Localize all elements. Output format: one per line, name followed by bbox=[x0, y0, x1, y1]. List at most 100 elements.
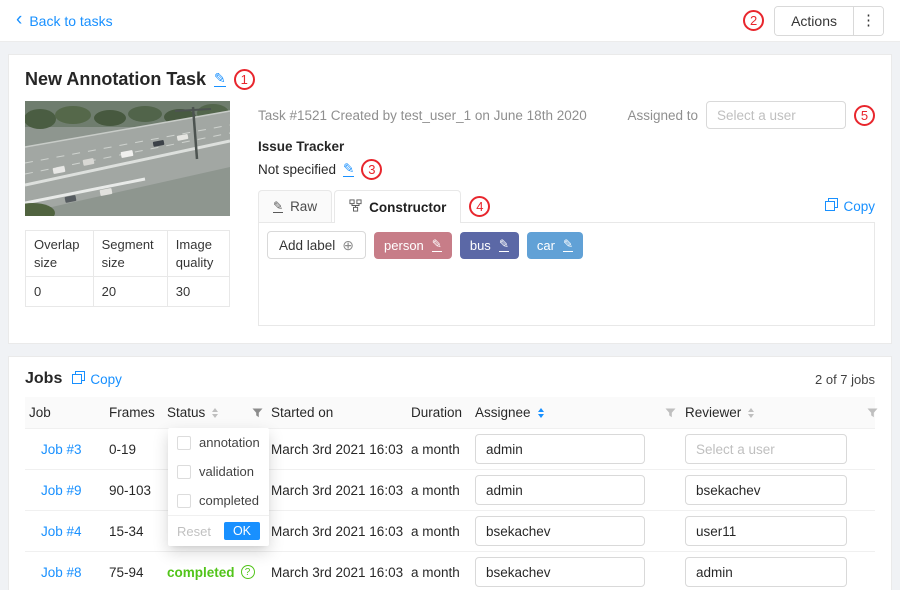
copy-icon bbox=[825, 198, 838, 214]
reviewer-input[interactable] bbox=[685, 557, 847, 587]
plus-circle-icon: ⊕ bbox=[342, 238, 354, 252]
reviewer-input[interactable] bbox=[685, 516, 847, 546]
label-chip-person[interactable]: person ✎ bbox=[374, 232, 452, 259]
assigned-to-input[interactable] bbox=[706, 101, 846, 129]
copy-icon bbox=[72, 371, 85, 387]
job-status: completed ? bbox=[163, 565, 267, 580]
reviewer-filter-icon[interactable] bbox=[867, 408, 878, 418]
job-started: March 3rd 2021 16:03 bbox=[267, 565, 407, 580]
edit-title-icon[interactable]: ✎ bbox=[214, 71, 226, 87]
task-params-table: Overlap size Segment size Image quality … bbox=[25, 230, 230, 307]
job-link[interactable]: Job #9 bbox=[29, 483, 82, 498]
jobs-header: Jobs Copy 2 of 7 jobs bbox=[25, 367, 875, 391]
column-assignee[interactable]: Assignee bbox=[471, 397, 661, 428]
task-card: New Annotation Task ✎ 1 bbox=[8, 54, 892, 344]
column-reviewer[interactable]: Reviewer bbox=[681, 397, 863, 428]
edit-label-icon[interactable]: ✎ bbox=[563, 238, 573, 252]
column-assignee-label: Assignee bbox=[475, 405, 531, 420]
filter-option-completed-label: completed bbox=[199, 493, 259, 508]
ok-button[interactable]: OK bbox=[224, 522, 260, 540]
add-label-button[interactable]: Add label ⊕ bbox=[267, 231, 366, 259]
task-meta: Task #1521 Created by test_user_1 on Jun… bbox=[258, 108, 587, 123]
jobs-count: 2 of 7 jobs bbox=[815, 372, 875, 387]
job-duration: a month bbox=[407, 565, 471, 580]
status-sort-icon[interactable] bbox=[212, 408, 218, 418]
annotation-circle-2: 2 bbox=[743, 10, 764, 31]
annotation-circle-5: 5 bbox=[854, 105, 875, 126]
reviewer-filter-cell bbox=[863, 397, 877, 428]
reviewer-input[interactable] bbox=[685, 475, 847, 505]
param-header-overlap: Overlap size bbox=[26, 231, 94, 277]
column-duration-label: Duration bbox=[411, 405, 462, 420]
labels-tabs-bar: ✎ Raw Constructor 4 Copy bbox=[258, 190, 875, 222]
copy-labels-label: Copy bbox=[843, 199, 875, 214]
copy-jobs-label: Copy bbox=[90, 372, 122, 387]
edit-label-icon[interactable]: ✎ bbox=[499, 238, 509, 252]
filter-option-annotation[interactable]: annotation bbox=[168, 428, 269, 457]
column-reviewer-label: Reviewer bbox=[685, 405, 741, 420]
assignee-input[interactable] bbox=[475, 434, 645, 464]
assignee-filter-icon[interactable] bbox=[665, 408, 676, 418]
label-chip-bus[interactable]: bus ✎ bbox=[460, 232, 519, 259]
job-started: March 3rd 2021 16:03 bbox=[267, 483, 407, 498]
reviewer-sort-icon[interactable] bbox=[748, 408, 754, 418]
job-frames: 15-34 bbox=[105, 524, 163, 539]
param-header-segment: Segment size bbox=[93, 231, 167, 277]
column-started-label: Started on bbox=[271, 405, 333, 420]
task-preview-image bbox=[25, 101, 230, 216]
jobs-title: Jobs bbox=[25, 370, 62, 388]
status-filter-icon[interactable] bbox=[252, 408, 263, 418]
job-link[interactable]: Job #3 bbox=[29, 442, 82, 457]
tab-raw[interactable]: ✎ Raw bbox=[258, 190, 332, 222]
issue-tracker-block: Issue Tracker Not specified ✎ 3 bbox=[258, 139, 875, 180]
back-to-tasks-label: Back to tasks bbox=[29, 13, 112, 29]
job-row: Job #9 90-103 March 3rd 2021 16:03 a mon… bbox=[25, 470, 875, 511]
column-frames: Frames bbox=[105, 397, 163, 428]
back-to-tasks-link[interactable]: ‹ Back to tasks bbox=[16, 13, 113, 29]
assignee-input[interactable] bbox=[475, 557, 645, 587]
pencil-icon: ✎ bbox=[273, 200, 283, 213]
param-header-quality: Image quality bbox=[167, 231, 229, 277]
copy-jobs-button[interactable]: Copy bbox=[72, 371, 122, 387]
assignee-input[interactable] bbox=[475, 516, 645, 546]
job-link[interactable]: Job #4 bbox=[29, 524, 82, 539]
filter-option-validation-label: validation bbox=[199, 464, 254, 479]
label-chip-car[interactable]: car ✎ bbox=[527, 232, 583, 259]
reset-button[interactable]: Reset bbox=[177, 524, 211, 539]
param-value-segment: 20 bbox=[93, 277, 167, 307]
filter-option-annotation-label: annotation bbox=[199, 435, 260, 450]
assignee-sort-icon[interactable] bbox=[538, 408, 544, 418]
issue-tracker-value: Not specified bbox=[258, 162, 336, 177]
more-menu-button[interactable]: ⋮ bbox=[853, 7, 883, 35]
task-title: New Annotation Task bbox=[25, 69, 206, 90]
label-chip-person-name: person bbox=[384, 238, 424, 253]
copy-labels-button[interactable]: Copy bbox=[825, 198, 875, 214]
task-title-row: New Annotation Task ✎ 1 bbox=[25, 67, 875, 91]
filter-option-validation[interactable]: validation bbox=[168, 457, 269, 486]
job-started: March 3rd 2021 16:03 bbox=[267, 442, 407, 457]
filter-option-completed[interactable]: completed bbox=[168, 486, 269, 515]
assignee-input[interactable] bbox=[475, 475, 645, 505]
actions-button-group: Actions ⋮ bbox=[774, 6, 884, 36]
actions-button[interactable]: Actions bbox=[775, 7, 853, 35]
column-status[interactable]: Status bbox=[163, 397, 267, 428]
assigned-to-label: Assigned to bbox=[627, 108, 698, 123]
checkbox-validation[interactable] bbox=[177, 465, 191, 479]
edit-issue-tracker-icon[interactable]: ✎ bbox=[343, 162, 354, 178]
annotation-circle-1: 1 bbox=[234, 69, 255, 90]
job-frames: 90-103 bbox=[105, 483, 163, 498]
question-circle-icon[interactable]: ? bbox=[241, 565, 255, 579]
job-link[interactable]: Job #8 bbox=[29, 565, 82, 580]
job-row: Job #4 15-34 March 3rd 2021 16:03 a mont… bbox=[25, 511, 875, 552]
reviewer-input[interactable] bbox=[685, 434, 847, 464]
job-frames: 0-19 bbox=[105, 442, 163, 457]
column-status-label: Status bbox=[167, 405, 205, 420]
tab-constructor[interactable]: Constructor bbox=[334, 190, 461, 223]
tab-raw-label: Raw bbox=[290, 199, 317, 214]
edit-label-icon[interactable]: ✎ bbox=[432, 238, 442, 252]
checkbox-annotation[interactable] bbox=[177, 436, 191, 450]
param-value-overlap: 0 bbox=[26, 277, 94, 307]
label-chip-bus-name: bus bbox=[470, 238, 491, 253]
jobs-card: Jobs Copy 2 of 7 jobs Job Frames Status … bbox=[8, 356, 892, 590]
checkbox-completed[interactable] bbox=[177, 494, 191, 508]
